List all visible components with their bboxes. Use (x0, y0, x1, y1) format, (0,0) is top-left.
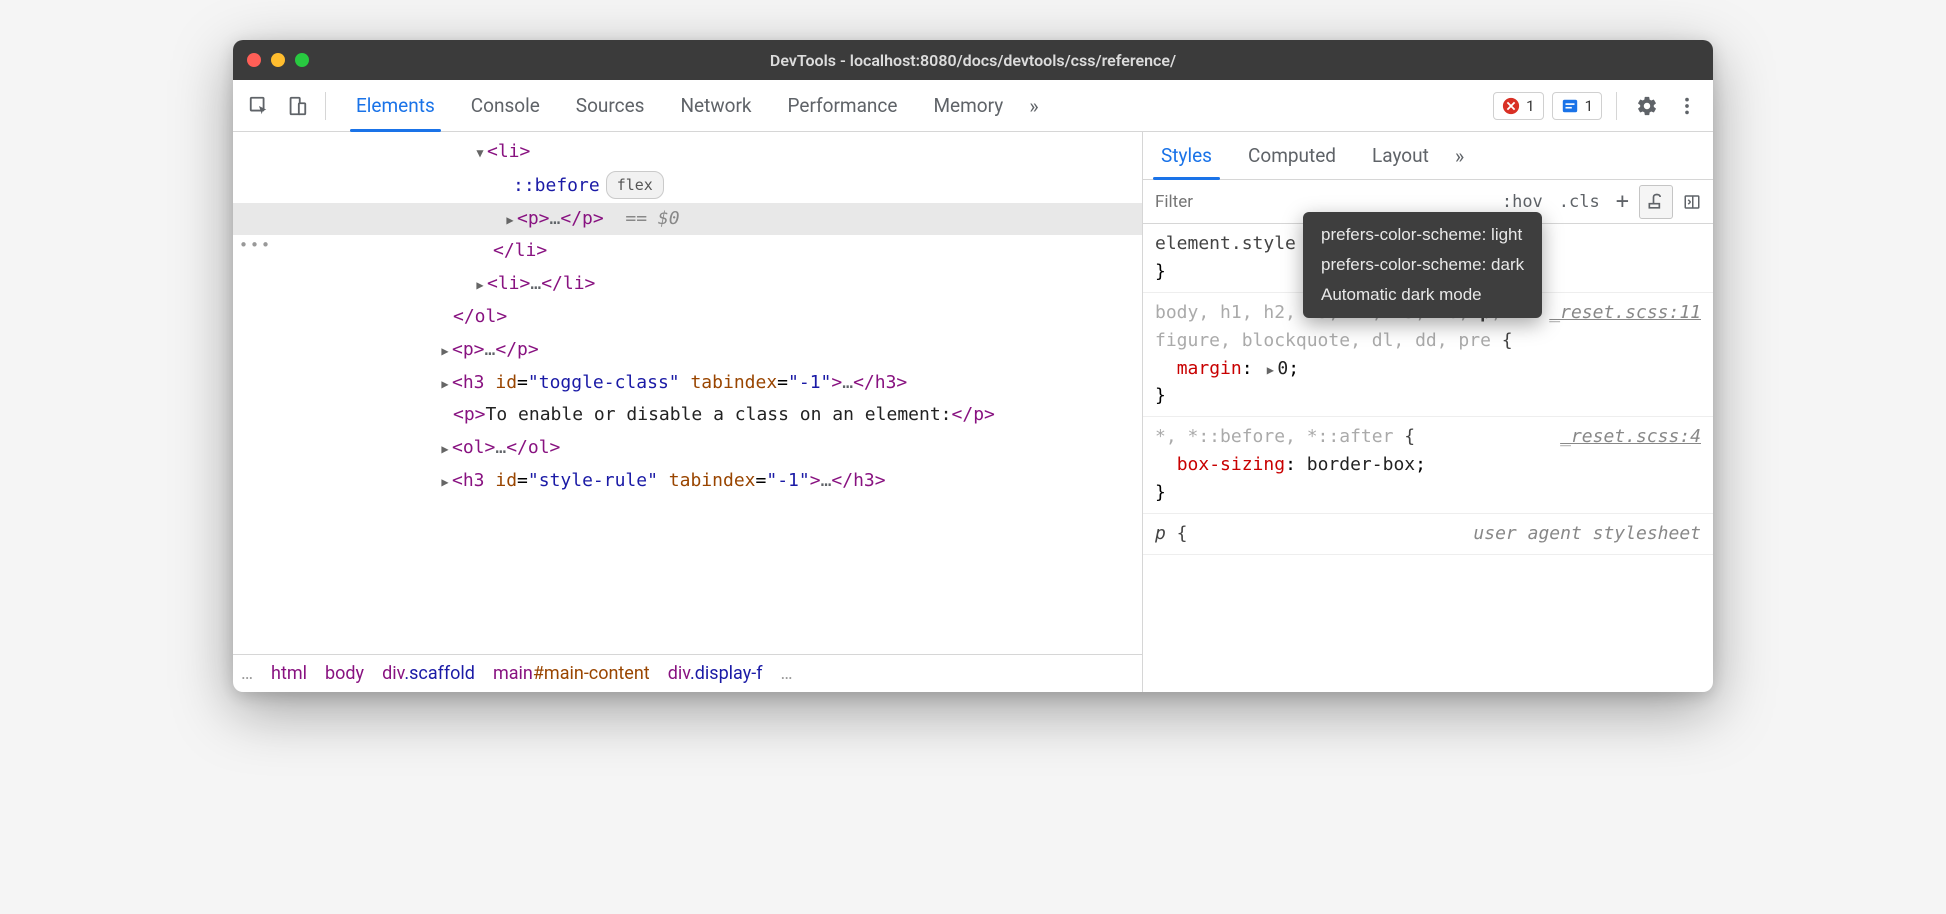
dom-node[interactable]: </ol> (233, 301, 1142, 334)
cls-toggle[interactable]: .cls (1553, 188, 1606, 216)
devtools-window: DevTools - localhost:8080/docs/devtools/… (233, 40, 1713, 692)
flex-badge[interactable]: flex (606, 171, 664, 199)
popover-item[interactable]: prefers-color-scheme: dark (1303, 250, 1542, 280)
styles-tabs-overflow-icon[interactable]: » (1447, 144, 1472, 168)
issues-count: 1 (1585, 97, 1593, 115)
window-title: DevTools - localhost:8080/docs/devtools/… (233, 51, 1713, 70)
breadcrumb-item[interactable]: body (325, 663, 364, 684)
dom-node[interactable]: ::beforeflex (233, 169, 1142, 203)
tabs-overflow-icon[interactable]: » (1021, 94, 1046, 118)
tab-styles[interactable]: Styles (1143, 132, 1230, 179)
dom-node[interactable]: ▼<li> (233, 136, 1142, 169)
issue-icon (1561, 97, 1579, 115)
issues-badge[interactable]: 1 (1552, 92, 1602, 120)
main-tabs: Elements Console Sources Network Perform… (338, 80, 1047, 131)
errors-badge[interactable]: 1 (1493, 92, 1543, 120)
device-toggle-icon[interactable] (281, 90, 313, 122)
elements-panel: ••• ▼<li> ::beforeflex ▶<p>…</p> == $0 <… (233, 132, 1143, 692)
breadcrumb-overflow-left[interactable]: … (241, 663, 253, 684)
selected-row-ellipsis-icon[interactable]: ••• (239, 236, 272, 254)
rule[interactable]: user agent stylesheet p { (1143, 514, 1713, 555)
tab-network[interactable]: Network (662, 80, 769, 131)
breadcrumb-item[interactable]: main#main-content (493, 663, 650, 684)
close-icon[interactable] (247, 53, 261, 67)
rule-source-link[interactable]: _reset.scss:11 (1549, 299, 1701, 327)
window-controls (247, 53, 309, 67)
popover-item[interactable]: Automatic dark mode (1303, 280, 1542, 310)
dom-node[interactable]: ▶<h3 id="toggle-class" tabindex="-1">…</… (233, 367, 1142, 400)
add-rule-button[interactable]: + (1610, 185, 1635, 218)
dom-node[interactable]: ▶<li>…</li> (233, 268, 1142, 301)
dom-node[interactable]: </li> (233, 235, 1142, 268)
tab-layout[interactable]: Layout (1354, 132, 1447, 179)
more-menu-icon[interactable] (1671, 90, 1703, 122)
rule-source-label: user agent stylesheet (1473, 520, 1701, 548)
dom-node[interactable]: ▶<ol>…</ol> (233, 432, 1142, 465)
popover-item[interactable]: prefers-color-scheme: light (1303, 220, 1542, 250)
styles-panel: Styles Computed Layout » :hov .cls + (1143, 132, 1713, 692)
styles-filter-input[interactable] (1143, 192, 1496, 212)
minimize-icon[interactable] (271, 53, 285, 67)
styles-tabs: Styles Computed Layout » (1143, 132, 1713, 180)
rule-source-link[interactable]: _reset.scss:4 (1560, 423, 1701, 451)
selected-indicator: == $0 (625, 208, 679, 229)
tab-console[interactable]: Console (453, 80, 558, 131)
breadcrumb-overflow-right[interactable]: … (780, 663, 792, 684)
breadcrumb-item[interactable]: div.scaffold (382, 663, 475, 684)
breadcrumb-item[interactable]: html (271, 663, 307, 684)
settings-icon[interactable] (1631, 90, 1663, 122)
inspect-icon[interactable] (243, 90, 275, 122)
computed-sidebar-toggle-icon[interactable] (1677, 188, 1707, 216)
dom-node[interactable]: <p>To enable or disable a class on an el… (233, 399, 1142, 432)
maximize-icon[interactable] (295, 53, 309, 67)
dom-node[interactable]: ▶<p>…</p> (233, 334, 1142, 367)
dom-node[interactable]: ▶<h3 id="style-rule" tabindex="-1">…</h3… (233, 465, 1142, 498)
tab-memory[interactable]: Memory (915, 80, 1021, 131)
rendering-emulations-popover: prefers-color-scheme: light prefers-colo… (1303, 212, 1542, 318)
tab-performance[interactable]: Performance (770, 80, 916, 131)
tab-elements[interactable]: Elements (338, 80, 453, 131)
tab-computed[interactable]: Computed (1230, 132, 1354, 179)
divider (325, 92, 326, 120)
titlebar: DevTools - localhost:8080/docs/devtools/… (233, 40, 1713, 80)
dom-node-selected[interactable]: ▶<p>…</p> == $0 (233, 203, 1142, 236)
errors-count: 1 (1526, 97, 1534, 115)
divider (1616, 92, 1617, 120)
error-icon (1502, 97, 1520, 115)
dom-tree[interactable]: ••• ▼<li> ::beforeflex ▶<p>…</p> == $0 <… (233, 132, 1142, 654)
breadcrumb-item[interactable]: div.display-f (668, 663, 763, 684)
main-toolbar: Elements Console Sources Network Perform… (233, 80, 1713, 132)
breadcrumb: … html body div.scaffold main#main-conte… (233, 654, 1142, 692)
rendering-emulations-button[interactable] (1639, 185, 1673, 219)
rule[interactable]: _reset.scss:4 *, *::before, *::after { b… (1143, 417, 1713, 514)
tab-sources[interactable]: Sources (558, 80, 663, 131)
